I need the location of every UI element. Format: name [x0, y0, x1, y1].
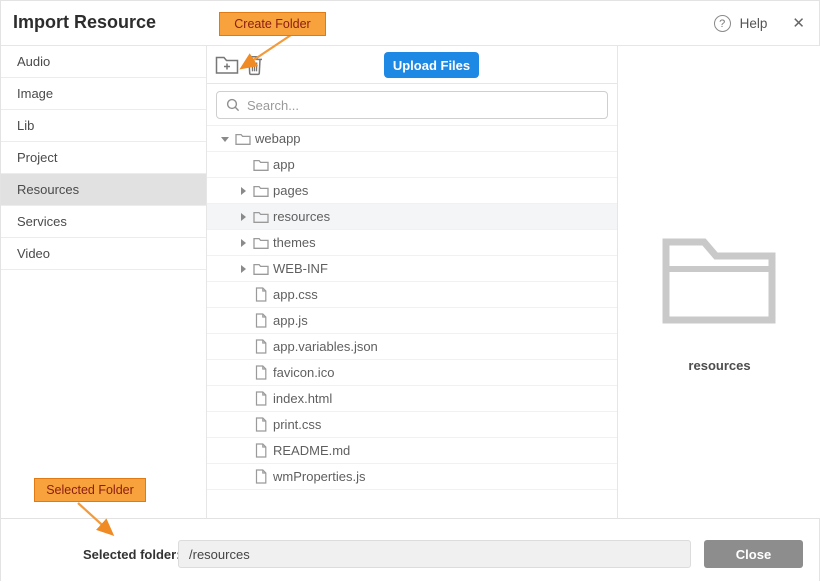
tree-item-wmproperties-js[interactable]: wmProperties.js	[207, 464, 617, 490]
folder-plus-icon[interactable]	[215, 55, 239, 78]
page-title: Import Resource	[13, 12, 156, 33]
sidebar-item-label: Services	[17, 214, 67, 229]
caret-down-icon[interactable]	[217, 132, 233, 146]
caret-spacer	[235, 470, 251, 484]
selection-preview-panel: resources	[618, 46, 820, 518]
sidebar-item-label: Audio	[17, 54, 50, 69]
import-resource-dialog: Import Resource ? Help ✕ Create Folder S…	[0, 0, 820, 581]
help-icon[interactable]: ?	[714, 15, 731, 32]
caret-spacer	[235, 314, 251, 328]
sidebar-item-lib[interactable]: Lib	[1, 110, 206, 142]
selected-folder-label: Selected folder:	[83, 547, 181, 562]
tree-item-label: pages	[273, 183, 308, 198]
tree-item-label: app	[273, 157, 295, 172]
tree-item-app-css[interactable]: app.css	[207, 282, 617, 308]
file-tree: webapp app pages resources themes WEB-INF app.…	[207, 125, 617, 490]
selected-folder-annotation: Selected Folder	[34, 478, 146, 502]
tree-item-app-variables-json[interactable]: app.variables.json	[207, 334, 617, 360]
tree-item-pages[interactable]: pages	[207, 178, 617, 204]
tree-item-label: resources	[273, 209, 330, 224]
sidebar-item-resources[interactable]: Resources	[1, 174, 206, 206]
folder-icon	[251, 183, 271, 198]
caret-spacer	[235, 392, 251, 406]
category-sidebar: Audio Image Lib Project Resources Services Vid…	[1, 46, 206, 518]
sidebar-item-project[interactable]: Project	[1, 142, 206, 174]
tree-item-label: app.css	[273, 287, 318, 302]
tree-item-web-inf[interactable]: WEB-INF	[207, 256, 617, 282]
caret-spacer	[235, 366, 251, 380]
folder-icon	[251, 209, 271, 224]
tree-item-label: app.js	[273, 313, 308, 328]
sidebar-item-label: Image	[17, 86, 53, 101]
tree-item-label: favicon.ico	[273, 365, 334, 380]
tree-item-print-css[interactable]: print.css	[207, 412, 617, 438]
sidebar-item-audio[interactable]: Audio	[1, 46, 206, 78]
close-icon[interactable]: ✕	[792, 16, 805, 31]
folder-icon	[251, 157, 271, 172]
tree-item-app[interactable]: app	[207, 152, 617, 178]
folder-icon	[233, 131, 253, 146]
file-icon	[251, 287, 271, 302]
tree-item-label: README.md	[273, 443, 350, 458]
search-icon	[226, 98, 240, 112]
preview-folder-name: resources	[618, 358, 820, 373]
search-bar	[207, 84, 617, 125]
folder-icon	[251, 261, 271, 276]
tree-item-resources[interactable]: resources	[207, 204, 617, 230]
large-folder-icon	[658, 229, 780, 325]
file-icon	[251, 339, 271, 354]
dialog-footer: Selected folder: Close	[1, 518, 819, 582]
file-icon	[251, 365, 271, 380]
file-icon	[251, 469, 271, 484]
tree-toolbar: Upload Files	[207, 46, 617, 84]
sidebar-item-label: Resources	[17, 182, 79, 197]
tree-item-label: webapp	[255, 131, 301, 146]
caret-spacer	[235, 158, 251, 172]
sidebar-item-services[interactable]: Services	[1, 206, 206, 238]
upload-files-button[interactable]: Upload Files	[384, 52, 479, 78]
trash-icon[interactable]	[246, 55, 263, 79]
caret-right-icon[interactable]	[235, 262, 251, 276]
selected-folder-path-input[interactable]	[178, 540, 691, 568]
tree-item-label: wmProperties.js	[273, 469, 365, 484]
search-input[interactable]	[216, 91, 608, 119]
tree-item-webapp[interactable]: webapp	[207, 126, 617, 152]
tree-item-label: print.css	[273, 417, 321, 432]
file-icon	[251, 391, 271, 406]
dialog-header: Import Resource ? Help ✕	[1, 1, 819, 46]
file-icon	[251, 417, 271, 432]
tree-item-themes[interactable]: themes	[207, 230, 617, 256]
sidebar-item-label: Lib	[17, 118, 34, 133]
file-icon	[251, 313, 271, 328]
tree-item-favicon-ico[interactable]: favicon.ico	[207, 360, 617, 386]
file-icon	[251, 443, 271, 458]
file-tree-panel: Upload Files webapp app pages resources them…	[206, 46, 618, 518]
caret-right-icon[interactable]	[235, 210, 251, 224]
tree-item-label: themes	[273, 235, 316, 250]
caret-spacer	[235, 444, 251, 458]
caret-right-icon[interactable]	[235, 184, 251, 198]
caret-right-icon[interactable]	[235, 236, 251, 250]
tree-item-label: WEB-INF	[273, 261, 328, 276]
tree-item-label: index.html	[273, 391, 332, 406]
help-link[interactable]: Help	[740, 16, 768, 31]
tree-item-readme-md[interactable]: README.md	[207, 438, 617, 464]
tree-item-label: app.variables.json	[273, 339, 378, 354]
sidebar-item-label: Project	[17, 150, 57, 165]
caret-spacer	[235, 288, 251, 302]
sidebar-item-video[interactable]: Video	[1, 238, 206, 270]
tree-item-index-html[interactable]: index.html	[207, 386, 617, 412]
close-button[interactable]: Close	[704, 540, 803, 568]
folder-icon	[251, 235, 271, 250]
sidebar-item-image[interactable]: Image	[1, 78, 206, 110]
sidebar-item-label: Video	[17, 246, 50, 261]
create-folder-annotation: Create Folder	[219, 12, 326, 36]
tree-item-app-js[interactable]: app.js	[207, 308, 617, 334]
caret-spacer	[235, 340, 251, 354]
caret-spacer	[235, 418, 251, 432]
